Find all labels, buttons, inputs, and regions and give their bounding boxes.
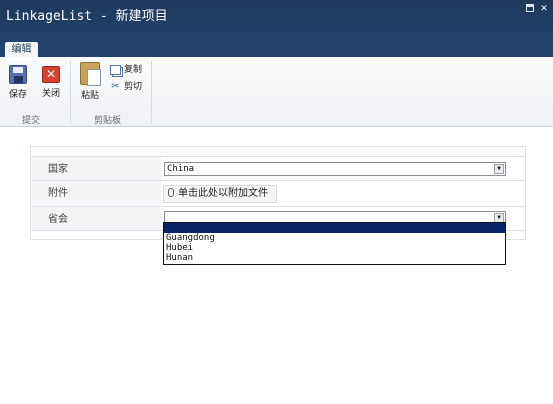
attach-file-button[interactable]: 单击此处以附加文件 bbox=[163, 185, 277, 203]
field-label-attachment: 附件 bbox=[31, 181, 161, 206]
save-button[interactable]: 保存 bbox=[6, 65, 30, 100]
country-selected-value: China bbox=[167, 164, 195, 174]
ribbon: 保存 ✕ 关闭 提交 粘贴 复制 ✂ 剪切 剪贴板 bbox=[0, 57, 553, 127]
ribbon-tab-row: 编辑 bbox=[0, 40, 553, 57]
dropdown-option[interactable]: Hunan bbox=[164, 253, 505, 263]
form-row-country: 国家 China ▼ bbox=[31, 156, 525, 180]
close-window-icon[interactable]: ✕ bbox=[539, 4, 549, 14]
chevron-down-icon[interactable]: ▼ bbox=[494, 164, 504, 174]
copy-icon bbox=[110, 64, 121, 75]
save-icon bbox=[9, 65, 27, 84]
group-label-clipboard: 剪贴板 bbox=[94, 116, 122, 126]
close-label: 关闭 bbox=[41, 89, 60, 99]
field-label-province: 省会 bbox=[31, 207, 161, 230]
country-select[interactable]: China ▼ bbox=[164, 162, 506, 176]
title-bar: LinkageList - 新建项目 ✕ bbox=[0, 0, 553, 40]
field-value-country: China ▼ bbox=[161, 157, 525, 180]
province-dropdown-list: Guangdong Hubei Hunan bbox=[163, 222, 506, 265]
close-button[interactable]: ✕ 关闭 bbox=[39, 66, 63, 99]
copy-label: 复制 bbox=[124, 65, 143, 75]
dropdown-option[interactable]: Hubei bbox=[164, 243, 505, 253]
window-title: LinkageList - 新建项目 bbox=[6, 9, 168, 24]
dropdown-option[interactable]: Guangdong bbox=[164, 233, 505, 243]
dropdown-option-empty[interactable] bbox=[164, 223, 505, 233]
copy-button[interactable]: 复制 bbox=[110, 62, 142, 75]
save-label: 保存 bbox=[8, 90, 27, 100]
tab-edit[interactable]: 编辑 bbox=[5, 42, 38, 57]
form-row-attachment: 附件 单击此处以附加文件 bbox=[31, 180, 525, 206]
group-separator bbox=[151, 61, 152, 123]
field-value-attachment: 单击此处以附加文件 bbox=[161, 181, 525, 206]
attach-file-label: 单击此处以附加文件 bbox=[178, 188, 268, 199]
paste-label: 粘贴 bbox=[80, 91, 99, 101]
close-icon: ✕ bbox=[42, 66, 60, 83]
cut-button[interactable]: ✂ 剪切 bbox=[110, 79, 142, 92]
paste-button[interactable]: 粘贴 bbox=[78, 62, 102, 101]
cut-icon: ✂ bbox=[111, 80, 120, 92]
paste-icon bbox=[80, 62, 101, 86]
cut-label: 剪切 bbox=[124, 82, 143, 92]
group-separator bbox=[70, 61, 71, 123]
maximize-icon[interactable] bbox=[526, 4, 534, 12]
field-label-country: 国家 bbox=[31, 157, 161, 180]
paperclip-icon bbox=[168, 188, 174, 197]
group-label-commit: 提交 bbox=[22, 116, 41, 126]
